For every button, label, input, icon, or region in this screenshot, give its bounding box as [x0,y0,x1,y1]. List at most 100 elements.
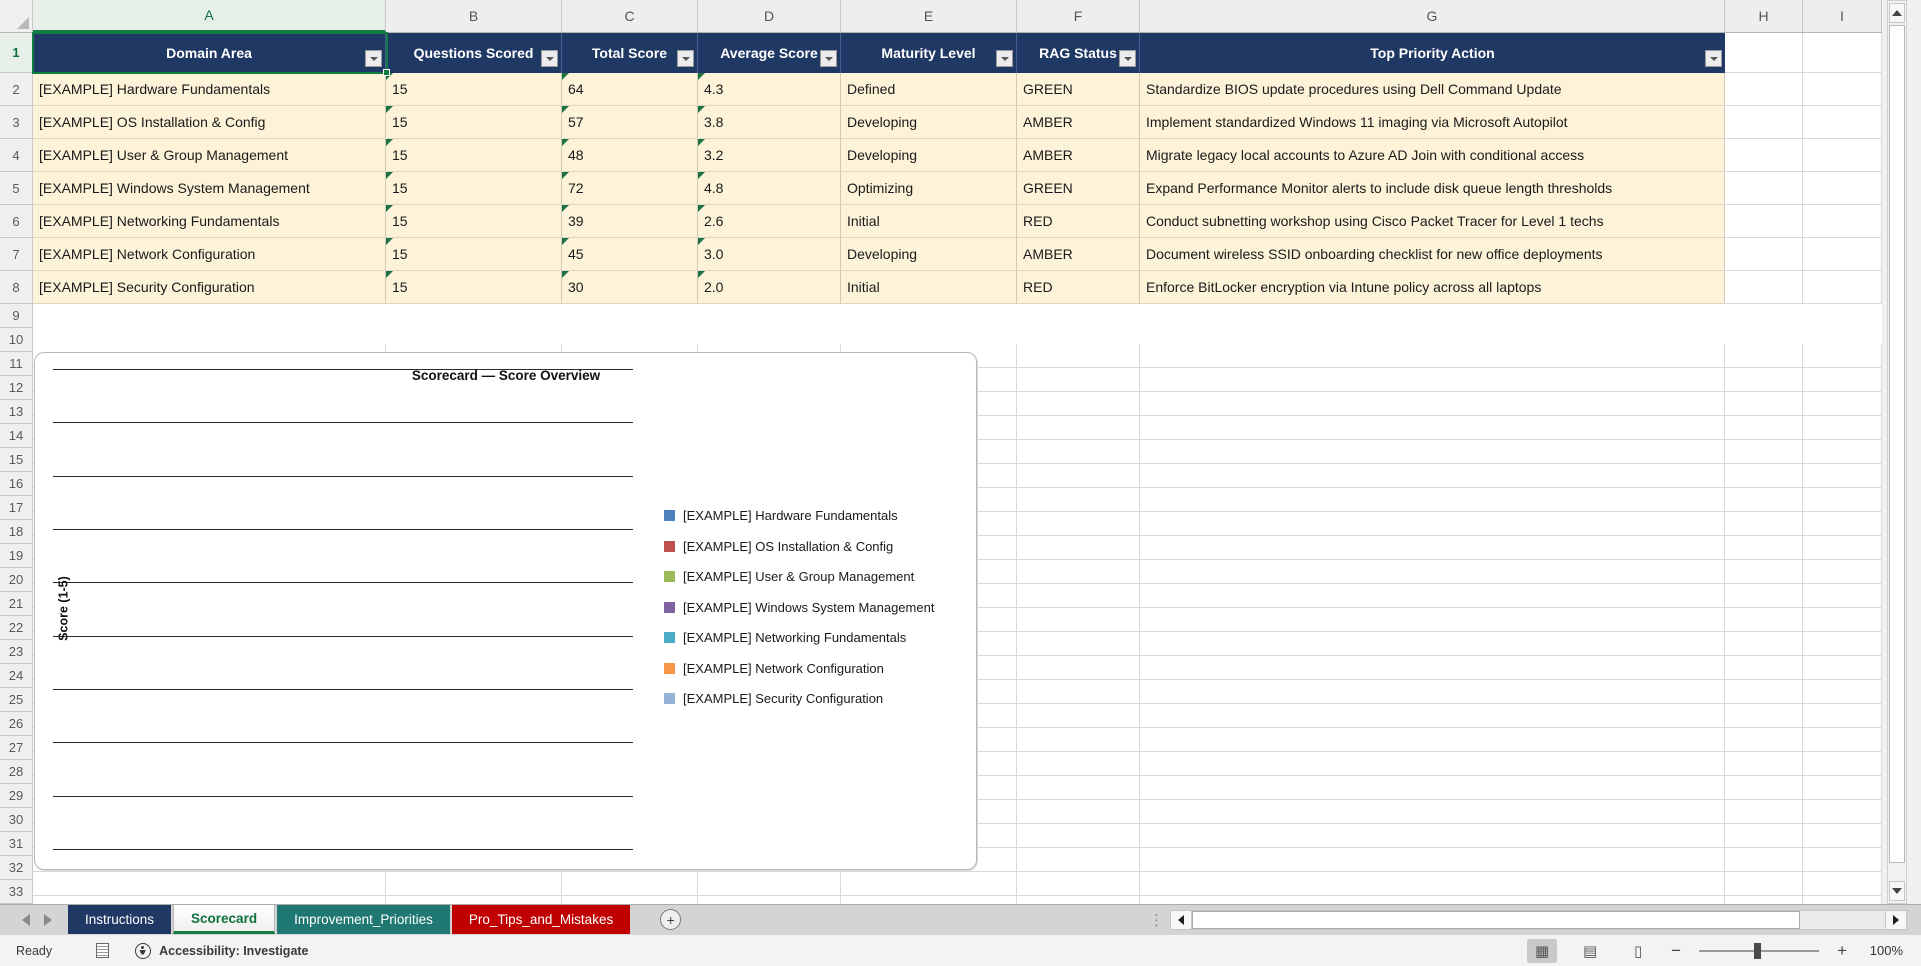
cell-domain-area[interactable]: [EXAMPLE] Windows System Management [33,172,386,205]
vertical-scrollbar-thumb[interactable] [1889,25,1905,863]
row-header[interactable]: 3 [0,106,32,139]
header-rag-status[interactable]: RAG Status [1017,33,1140,73]
cell-rag-status[interactable]: RED [1017,205,1140,238]
row-header[interactable]: 7 [0,238,32,271]
cell-average-score[interactable]: 2.0 [698,271,841,304]
page-layout-view-button[interactable]: ▤ [1575,939,1605,963]
scorecard-chart[interactable]: Scorecard — Score Overview Score (1-5) [… [34,352,977,870]
cell-questions-scored[interactable]: 15 [386,106,562,139]
header-total-score[interactable]: Total Score [562,33,698,73]
filter-button[interactable] [1705,50,1722,67]
filter-button[interactable] [996,50,1013,67]
row-header[interactable]: 26 [0,712,32,736]
row-header[interactable]: 27 [0,736,32,760]
cell-rag-status[interactable]: AMBER [1017,139,1140,172]
cell-average-score[interactable]: 3.0 [698,238,841,271]
scroll-down-button[interactable] [1889,881,1905,901]
tab-improvement-priorities[interactable]: Improvement_Priorities [277,905,450,934]
column-header[interactable]: D [698,0,841,32]
row-header[interactable]: 6 [0,205,32,238]
row-header[interactable]: 25 [0,688,32,712]
tab-scorecard[interactable]: Scorecard [173,905,275,934]
column-header[interactable]: C [562,0,698,32]
cell-questions-scored[interactable]: 15 [386,271,562,304]
cell-empty[interactable] [1725,172,1803,205]
cell-total-score[interactable]: 72 [562,172,698,205]
cell-total-score[interactable]: 39 [562,205,698,238]
scroll-left-button[interactable] [1170,910,1192,930]
cell-empty[interactable] [1725,73,1803,106]
zoom-out-button[interactable]: − [1671,941,1681,961]
row-header[interactable]: 2 [0,73,32,106]
row-header[interactable]: 11 [0,352,32,376]
cell-maturity-level[interactable]: Developing [841,139,1017,172]
column-header[interactable]: H [1725,0,1803,32]
cell-empty[interactable] [1803,33,1882,73]
row-header[interactable]: 24 [0,664,32,688]
row-header[interactable]: 23 [0,640,32,664]
row-header[interactable]: 16 [0,472,32,496]
cell-empty[interactable] [1803,139,1882,172]
row-header[interactable]: 21 [0,592,32,616]
cell-empty[interactable] [1803,106,1882,139]
header-questions-scored[interactable]: Questions Scored [386,33,562,73]
row-header[interactable]: 31 [0,832,32,856]
cell-total-score[interactable]: 30 [562,271,698,304]
zoom-slider-thumb[interactable] [1754,943,1761,959]
cell-rag-status[interactable]: RED [1017,271,1140,304]
horizontal-scrollbar-track[interactable] [1192,910,1885,930]
cell-domain-area[interactable]: [EXAMPLE] Networking Fundamentals [33,205,386,238]
cell-questions-scored[interactable]: 15 [386,73,562,106]
header-top-priority-action[interactable]: Top Priority Action [1140,33,1725,73]
row-header[interactable]: 12 [0,376,32,400]
cell-total-score[interactable]: 48 [562,139,698,172]
header-average-score[interactable]: Average Score [698,33,841,73]
cell-top-priority-action[interactable]: Migrate legacy local accounts to Azure A… [1140,139,1725,172]
cell-top-priority-action[interactable]: Conduct subnetting workshop using Cisco … [1140,205,1725,238]
filter-button[interactable] [365,50,382,67]
scroll-right-button[interactable] [1885,910,1907,930]
row-header[interactable]: 8 [0,271,32,304]
column-header[interactable]: I [1803,0,1882,32]
row-header[interactable]: 20 [0,568,32,592]
row-header[interactable]: 15 [0,448,32,472]
horizontal-scrollbar-thumb[interactable] [1192,911,1800,929]
row-header[interactable]: 19 [0,544,32,568]
zoom-in-button[interactable]: + [1837,941,1847,961]
column-header[interactable]: A [33,0,386,32]
cell-rag-status[interactable]: GREEN [1017,172,1140,205]
row-header[interactable]: 22 [0,616,32,640]
column-header[interactable]: E [841,0,1017,32]
row-header[interactable]: 10 [0,328,32,352]
row-header[interactable]: 32 [0,856,32,880]
row-header[interactable]: 9 [0,304,32,328]
cell-questions-scored[interactable]: 15 [386,238,562,271]
cell-top-priority-action[interactable]: Standardize BIOS update procedures using… [1140,73,1725,106]
cell-domain-area[interactable]: [EXAMPLE] Hardware Fundamentals [33,73,386,106]
cell-empty[interactable] [1803,238,1882,271]
cell-average-score[interactable]: 2.6 [698,205,841,238]
cell-empty[interactable] [1803,73,1882,106]
cell-average-score[interactable]: 3.8 [698,106,841,139]
horizontal-scrollbar[interactable] [1170,910,1907,930]
cell-rag-status[interactable]: GREEN [1017,73,1140,106]
column-header[interactable]: B [386,0,562,32]
next-sheet-icon[interactable] [44,914,52,926]
cell-total-score[interactable]: 64 [562,73,698,106]
normal-view-button[interactable]: ▦ [1527,939,1557,963]
cell-empty[interactable] [1725,205,1803,238]
cell-empty[interactable] [1725,139,1803,172]
tab-instructions[interactable]: Instructions [68,905,171,934]
header-domain-area[interactable]: Domain Area [33,33,386,73]
filter-button[interactable] [677,50,694,67]
macro-record-icon[interactable] [96,943,109,958]
cell-maturity-level[interactable]: Developing [841,238,1017,271]
cell-questions-scored[interactable]: 15 [386,205,562,238]
row-header[interactable]: 4 [0,139,32,172]
cell-average-score[interactable]: 3.2 [698,139,841,172]
cell-top-priority-action[interactable]: Document wireless SSID onboarding checkl… [1140,238,1725,271]
cell-maturity-level[interactable]: Developing [841,106,1017,139]
cell-empty[interactable] [1725,238,1803,271]
filter-button[interactable] [1119,50,1136,67]
previous-sheet-icon[interactable] [22,914,30,926]
